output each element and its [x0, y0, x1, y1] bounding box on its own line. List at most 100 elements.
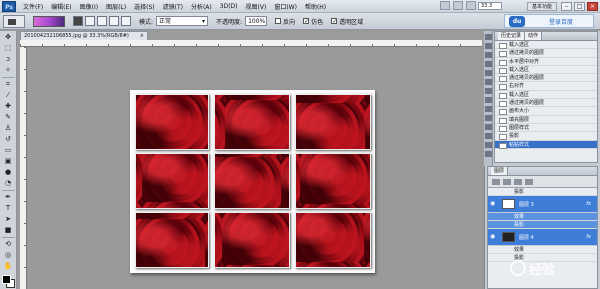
menu-select[interactable]: 选择(S) — [130, 2, 159, 11]
visibility-eye-icon[interactable]: ◉ — [490, 201, 497, 207]
fx-icon[interactable]: fx — [586, 234, 591, 240]
foreground-color-swatch[interactable] — [2, 275, 11, 284]
menu-window[interactable]: 窗口(W) — [270, 2, 301, 11]
history-item[interactable]: 通过拷贝的图层 — [495, 74, 597, 83]
fx-icon[interactable]: fx — [586, 201, 591, 207]
lock-all-icon[interactable] — [525, 178, 533, 185]
lock-image-icon[interactable] — [503, 178, 511, 185]
menu-view[interactable]: 视图(V) — [242, 2, 271, 11]
gradient-swatch[interactable] — [33, 15, 65, 27]
menu-analysis[interactable]: 分析(A) — [187, 2, 216, 11]
reverse-checkbox[interactable]: 反向 — [275, 17, 295, 26]
login-label[interactable]: 登录百度 — [549, 17, 573, 26]
brush-tool-icon[interactable]: ✎ — [3, 113, 14, 122]
menu-help[interactable]: 帮助(H) — [301, 2, 330, 11]
history-item-active[interactable]: 粘贴样式 — [495, 140, 597, 149]
panel-icon[interactable] — [484, 142, 492, 148]
3d-rotate-tool-icon[interactable]: ⟲ — [3, 240, 14, 249]
linear-gradient-icon[interactable] — [73, 16, 83, 26]
checkbox-box[interactable]: ✓ — [303, 18, 309, 25]
panel-icon[interactable] — [484, 70, 492, 76]
history-item[interactable]: 图层样式 — [495, 124, 597, 133]
menu-edit[interactable]: 编辑(E) — [47, 2, 75, 11]
layer-row[interactable]: ◉ 图层 3 fx — [488, 196, 597, 213]
dither-checkbox[interactable]: ✓ 仿色 — [303, 17, 323, 26]
lock-transparent-icon[interactable] — [492, 178, 500, 185]
close-tab-icon[interactable]: × — [140, 32, 144, 40]
document-tab[interactable]: 201004232106855.jpg @ 33.3%(RGB/8#) × — [20, 31, 148, 40]
dodge-tool-icon[interactable]: ◔ — [3, 179, 14, 188]
panel-icon[interactable] — [484, 43, 492, 49]
zoom-level-field[interactable]: 33.3 — [478, 2, 502, 10]
panel-icon[interactable] — [484, 115, 492, 121]
close-button[interactable]: × — [587, 2, 598, 11]
view-extras-icon[interactable] — [466, 1, 476, 10]
angle-gradient-icon[interactable] — [97, 16, 107, 26]
mini-bridge-icon[interactable] — [453, 1, 463, 10]
panel-icon[interactable] — [484, 97, 492, 103]
photo-collage-canvas[interactable] — [130, 90, 375, 273]
history-item[interactable]: 载入选区 — [495, 91, 597, 100]
lock-position-icon[interactable] — [514, 178, 522, 185]
menu-file[interactable]: 文件(F) — [19, 2, 47, 11]
history-item[interactable]: 载入选区 — [495, 41, 597, 50]
history-item[interactable]: 投影 — [495, 132, 597, 141]
clone-stamp-tool-icon[interactable]: ♙ — [3, 124, 14, 133]
workspace-switcher[interactable]: 基本功能 — [526, 2, 557, 11]
panel-icon[interactable] — [484, 151, 492, 157]
panel-icon[interactable] — [484, 34, 492, 40]
3d-camera-tool-icon[interactable]: ◎ — [3, 251, 14, 260]
panel-icon[interactable] — [484, 52, 492, 58]
history-item[interactable]: 右对齐 — [495, 82, 597, 91]
tab-history[interactable]: 历史记录 — [498, 32, 526, 40]
history-item[interactable]: 画布大小 — [495, 107, 597, 116]
lasso-tool-icon[interactable]: ↄ — [3, 55, 14, 64]
shape-tool-icon[interactable]: ■ — [3, 226, 14, 235]
tab-layers[interactable]: 图层 — [491, 167, 509, 175]
crop-tool-icon[interactable]: ⌗ — [3, 80, 14, 89]
panel-icon[interactable] — [484, 106, 492, 112]
history-item[interactable]: 填充图层 — [495, 116, 597, 124]
vertical-ruler[interactable] — [20, 47, 27, 289]
move-tool-icon[interactable]: ✥ — [3, 33, 14, 42]
tab-actions[interactable]: 动作 — [525, 32, 543, 40]
eyedropper-tool-icon[interactable]: ⁄ — [3, 91, 14, 100]
panel-icon[interactable] — [484, 124, 492, 130]
transparency-checkbox[interactable]: ✓ 透明区域 — [331, 17, 363, 26]
path-selection-tool-icon[interactable]: ➤ — [3, 215, 14, 224]
reflected-gradient-icon[interactable] — [109, 16, 119, 26]
pen-tool-icon[interactable]: ✒ — [3, 193, 14, 202]
history-item[interactable]: 通过拷贝的图层 — [495, 99, 597, 108]
layer-effect-row[interactable]: 投影 — [488, 221, 597, 229]
eraser-tool-icon[interactable]: ▭ — [3, 146, 14, 155]
history-item[interactable]: 载入选区 — [495, 66, 597, 75]
tool-preset-picker[interactable] — [3, 14, 25, 28]
diamond-gradient-icon[interactable] — [121, 16, 131, 26]
opacity-field[interactable]: 100% — [245, 16, 268, 26]
radial-gradient-icon[interactable] — [85, 16, 95, 26]
menu-3d[interactable]: 3D(D) — [216, 3, 242, 10]
baidu-login-chip[interactable]: du 登录百度 — [504, 14, 594, 28]
layer-effect-row[interactable]: 效果 — [488, 246, 597, 254]
type-tool-icon[interactable]: T — [3, 204, 14, 213]
menu-layer[interactable]: 图层(L) — [102, 2, 130, 11]
magic-wand-tool-icon[interactable]: ✧ — [3, 66, 14, 75]
panel-icon[interactable] — [484, 79, 492, 85]
minimize-button[interactable]: – — [561, 2, 572, 11]
panel-icon[interactable] — [484, 133, 492, 139]
checkbox-box[interactable] — [275, 18, 282, 24]
panel-icon[interactable] — [484, 61, 492, 67]
maximize-button[interactable]: □ — [574, 2, 585, 11]
menu-image[interactable]: 图像(I) — [76, 2, 102, 11]
bridge-icon[interactable] — [440, 1, 450, 10]
history-brush-tool-icon[interactable]: ↺ — [3, 135, 14, 144]
history-item[interactable]: 通过拷贝的图层 — [495, 49, 597, 58]
checkbox-box[interactable]: ✓ — [331, 18, 337, 25]
layer-row[interactable]: ◉ 图层 4 fx — [488, 229, 597, 246]
layer-effect-row[interactable]: 投影 — [488, 188, 597, 196]
history-item[interactable]: 水平居中对齐 — [495, 58, 597, 66]
horizontal-ruler[interactable] — [20, 40, 482, 47]
blend-mode-select[interactable]: 正常 — [156, 16, 209, 26]
panel-icon[interactable] — [484, 88, 492, 94]
menu-filter[interactable]: 滤镜(T) — [159, 2, 187, 11]
